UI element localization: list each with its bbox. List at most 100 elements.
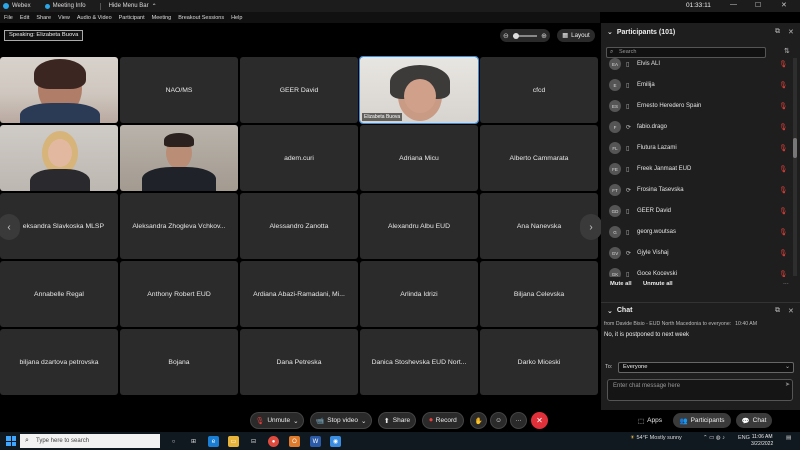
scrollbar-thumb[interactable] [793,138,797,158]
participant-row[interactable]: E ▯ Emilija 🎙 [601,77,793,93]
menu-participant[interactable]: Participant [119,15,145,21]
chevron-down-icon[interactable]: ⌄ [607,307,613,315]
participant-row[interactable]: FL ▯ Flutura Lazami 🎙 [601,140,793,156]
file-explorer-icon[interactable]: ▭ [228,436,239,447]
video-tile[interactable] [0,57,118,123]
chevron-down-icon[interactable]: ⌄ [293,417,298,425]
video-tile[interactable]: adem.curi [240,125,358,191]
video-tile[interactable]: Bojana [120,329,238,395]
active-speaker-tile[interactable]: Elizabeta Buova [359,56,479,124]
sort-icon[interactable]: ⇅ [784,47,790,55]
video-tile[interactable]: Darko Miceski [480,329,598,395]
mute-all-button[interactable]: Mute all [610,281,632,287]
video-tile[interactable]: Alexandru Albu EUD [360,193,478,259]
maximize-icon[interactable]: ☐ [755,1,761,9]
edge-icon[interactable]: e [208,436,219,447]
menu-breakout-sessions[interactable]: Breakout Sessions [178,15,224,21]
unmute-all-button[interactable]: Unmute all [643,281,673,287]
zoom-knob[interactable] [513,32,519,39]
store-icon[interactable]: ⊟ [248,436,259,447]
zoom-out-icon[interactable]: ⊖ [503,32,509,40]
meeting-info-button[interactable]: Meeting Info [44,3,86,9]
video-tile[interactable] [0,125,118,191]
video-tile[interactable]: Adriana Micu [360,125,478,191]
video-tile[interactable]: Alberto Cammarata [480,125,598,191]
share-button[interactable]: ⬆ Share [378,412,416,429]
more-options-icon[interactable]: ··· [783,281,789,287]
video-tile[interactable]: Dana Petreska [240,329,358,395]
menu-file[interactable]: File [4,15,13,21]
participant-scrollbar[interactable] [793,58,797,276]
notifications-icon[interactable]: ▤ [786,435,791,441]
participants-button[interactable]: 👥 Participants [673,413,731,428]
video-tile[interactable]: Ardiana Abazi-Ramadani, Mi... [240,261,358,327]
chat-button[interactable]: 💬 Chat [736,413,772,428]
participant-row[interactable]: G ▯ georg.woutsas 🎙 [601,224,793,240]
layout-button[interactable]: ▦ Layout [557,29,595,42]
close-icon[interactable]: ✕ [781,1,787,9]
menu-help[interactable]: Help [231,15,242,21]
taskbar-clock[interactable]: 11:06 AM 3/22/2022 [751,434,773,448]
participant-row[interactable]: GK ▯ Goce Kocevski 🎙 [601,266,793,277]
leave-meeting-button[interactable]: ✕ [531,412,548,429]
windows-start-icon[interactable] [6,436,16,446]
participant-row[interactable]: GD ▯ GEER David 🎙 [601,203,793,219]
participant-row[interactable]: F ⟳ fabio.drago 🎙 [601,119,793,135]
pop-out-icon[interactable]: ⧉ [775,28,780,36]
send-icon[interactable]: ➤ [785,381,790,388]
zoom-track[interactable] [513,32,537,39]
pop-out-icon[interactable]: ⧉ [775,307,780,315]
hide-menu-bar-button[interactable]: Hide Menu Bar ⌃ [109,3,157,10]
video-tile[interactable]: NAO/MS [120,57,238,123]
menu-meeting[interactable]: Meeting [152,15,172,21]
stop-video-button[interactable]: 📹 Stop video ⌄ [310,412,372,429]
participant-row[interactable]: FE ▯ Freek Janmaat EUD 🎙 [601,161,793,177]
minimize-icon[interactable]: — [730,1,737,8]
video-tile[interactable]: Anthony Robert EUD [120,261,238,327]
menu-share[interactable]: Share [36,15,51,21]
taskbar-search-input[interactable]: ⌕ Type here to search [20,434,160,448]
weather-widget[interactable]: ☀ 54°F Mostly sunny [630,435,682,441]
apps-button[interactable]: ⬚ Apps [633,413,667,428]
chevron-down-icon[interactable]: ⌄ [361,417,366,425]
task-view-icon[interactable]: ○ [168,436,179,447]
participant-row[interactable]: GV ⟳ Gjyle Vishaj 🎙 [601,245,793,261]
video-tile[interactable] [120,125,238,191]
video-tile[interactable]: Alessandro Zanotta [240,193,358,259]
more-options-button[interactable]: ··· [510,412,527,429]
record-button[interactable]: ⏺ Record [422,412,464,429]
video-tile[interactable]: Danica Stoshevska EUD Nort... [360,329,478,395]
chevron-down-icon[interactable]: ⌄ [607,28,613,36]
language-indicator[interactable]: ENG [738,435,750,441]
participant-row[interactable]: EA ▯ Elvis ALI 🎙 [601,57,793,72]
outlook-icon[interactable]: O [289,436,300,447]
menu-edit[interactable]: Edit [20,15,29,21]
video-tile[interactable]: Annabelle Regal [0,261,118,327]
participant-row[interactable]: ES ▯ Ernesto Heredero Spain 🎙 [601,98,793,114]
close-icon[interactable]: ✕ [788,307,794,315]
close-icon[interactable]: ✕ [788,28,794,36]
unmute-button[interactable]: 🎙 Unmute ⌄ [250,412,304,429]
chat-message-input[interactable]: Enter chat message here [607,379,793,401]
system-tray-icons[interactable]: ⌃ ▭ ◍ ♪ [703,435,725,441]
video-tile[interactable]: cfcd [480,57,598,123]
video-tile[interactable]: Aleksandra Zhogleva Vchkov... [120,193,238,259]
previous-page-button[interactable]: ‹ [0,214,20,240]
chat-recipient-select[interactable]: Everyone ⌄ [618,362,794,373]
webex-taskbar-icon[interactable]: ◉ [330,436,341,447]
next-page-button[interactable]: › [580,214,602,240]
reactions-button[interactable]: ☺ [490,412,507,429]
participant-row[interactable]: FT ⟳ Frosina Tasevska 🎙 [601,182,793,198]
menu-audio-video[interactable]: Audio & Video [77,15,112,21]
participants-header[interactable]: ⌄ Participants (101) ⧉ ✕ [601,25,800,39]
video-tile[interactable]: Biljana Celevska [480,261,598,327]
video-tile[interactable]: biljana dzartova petrovska [0,329,118,395]
chat-header[interactable]: ⌄ Chat ⧉ ✕ [601,302,800,318]
zoom-slider[interactable]: ⊖ ⊕ [500,29,550,42]
menu-view[interactable]: View [58,15,70,21]
word-icon[interactable]: W [310,436,321,447]
zoom-in-icon[interactable]: ⊕ [541,32,547,40]
video-tile[interactable]: GEER David [240,57,358,123]
video-tile[interactable]: Arlinda Idrizi [360,261,478,327]
widgets-icon[interactable]: ⊞ [188,436,199,447]
